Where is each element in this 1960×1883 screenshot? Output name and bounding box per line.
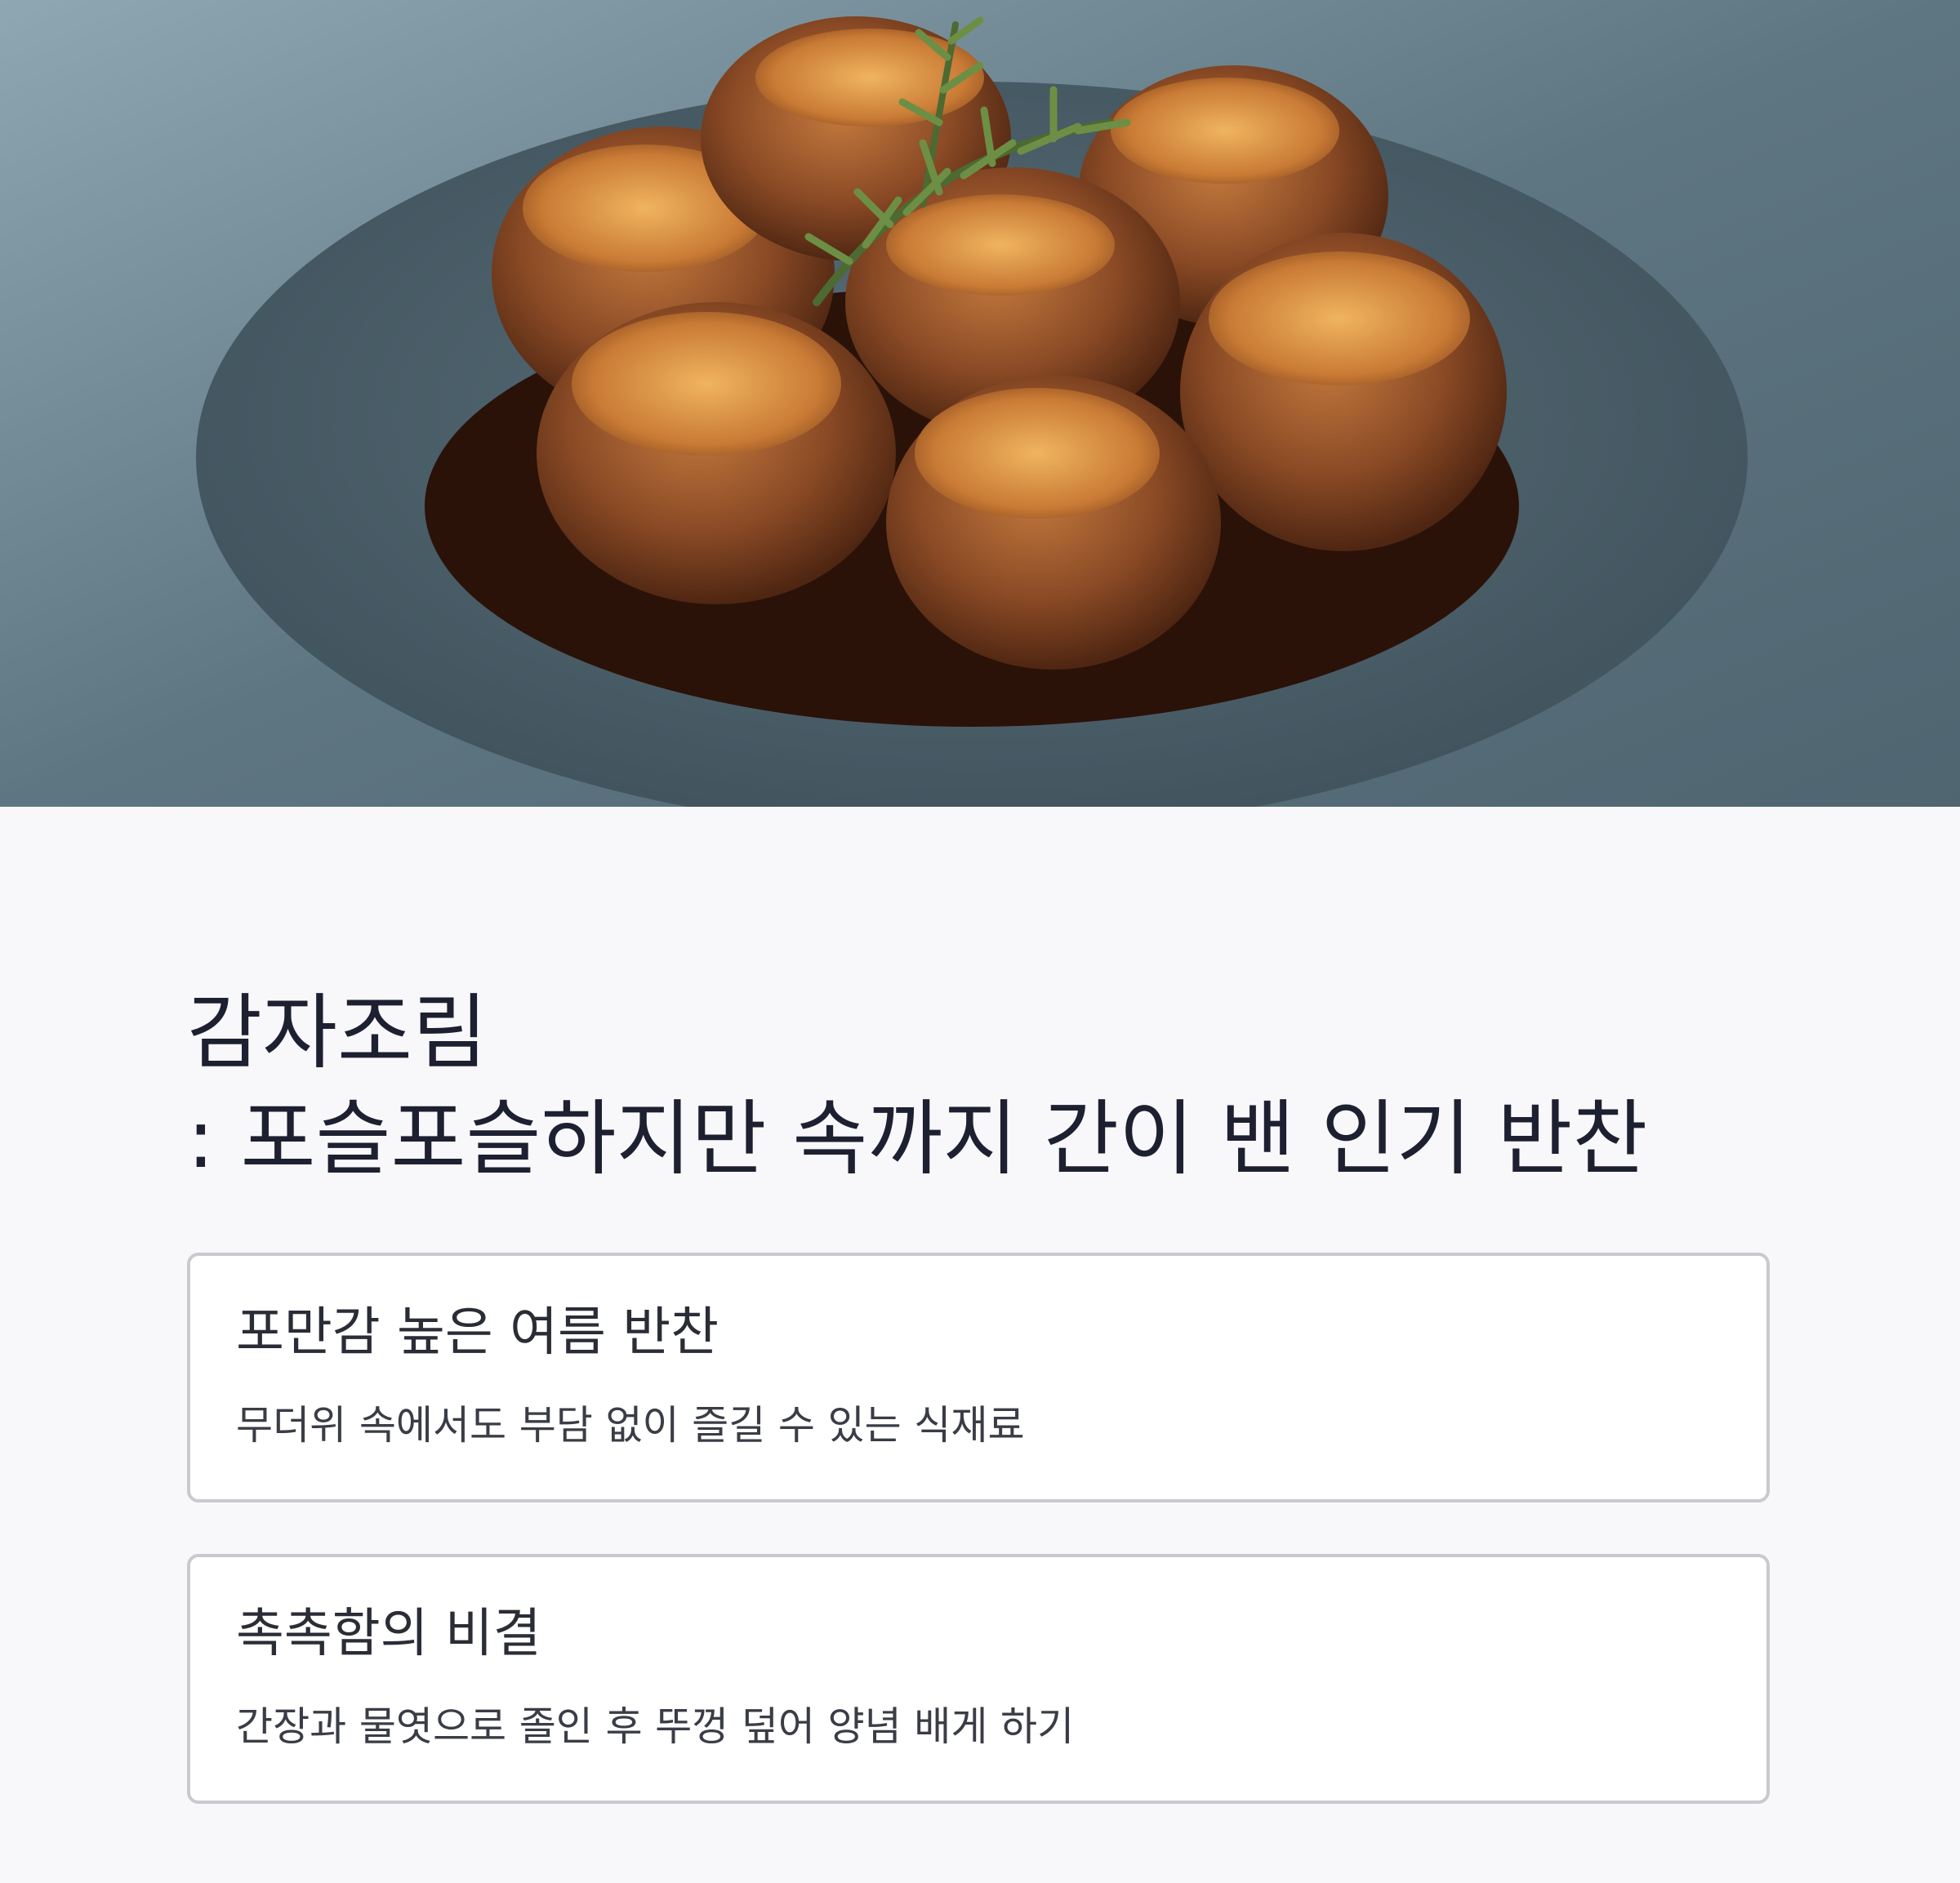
card-text: 무더위 속에서도 부담 없이 즐길 수 있는 식재료	[236, 1402, 1025, 1449]
title-line-1: 감자조림	[187, 985, 488, 1080]
hero-photo	[0, 0, 1960, 807]
card-text: 간장과 물엿으로 졸인 후 뚜껑 덮어 양념 배게 하기	[236, 1703, 1075, 1750]
potato-7	[886, 376, 1221, 670]
title-line-2: : 포슬포슬하지만 속까지 간이 밴 인기 반찬	[187, 1091, 1648, 1186]
card-heading: 촉촉함의 비결	[236, 1604, 541, 1664]
card-heading: 포만감 높은 여름 반찬	[236, 1302, 719, 1363]
text-section: 감자조림 : 포슬포슬하지만 속까지 간이 밴 인기 반찬	[187, 980, 1775, 1192]
braised-potatoes-illustration	[0, 0, 1960, 807]
page-title: 감자조림 : 포슬포슬하지만 속까지 간이 밴 인기 반찬	[187, 980, 1775, 1192]
potato-6	[537, 302, 896, 604]
potato-5	[1180, 233, 1507, 551]
info-card: 포만감 높은 여름 반찬 무더위 속에서도 부담 없이 즐길 수 있는 식재료	[187, 1253, 1770, 1502]
info-card: 촉촉함의 비결 간장과 물엿으로 졸인 후 뚜껑 덮어 양념 배게 하기	[187, 1554, 1770, 1804]
